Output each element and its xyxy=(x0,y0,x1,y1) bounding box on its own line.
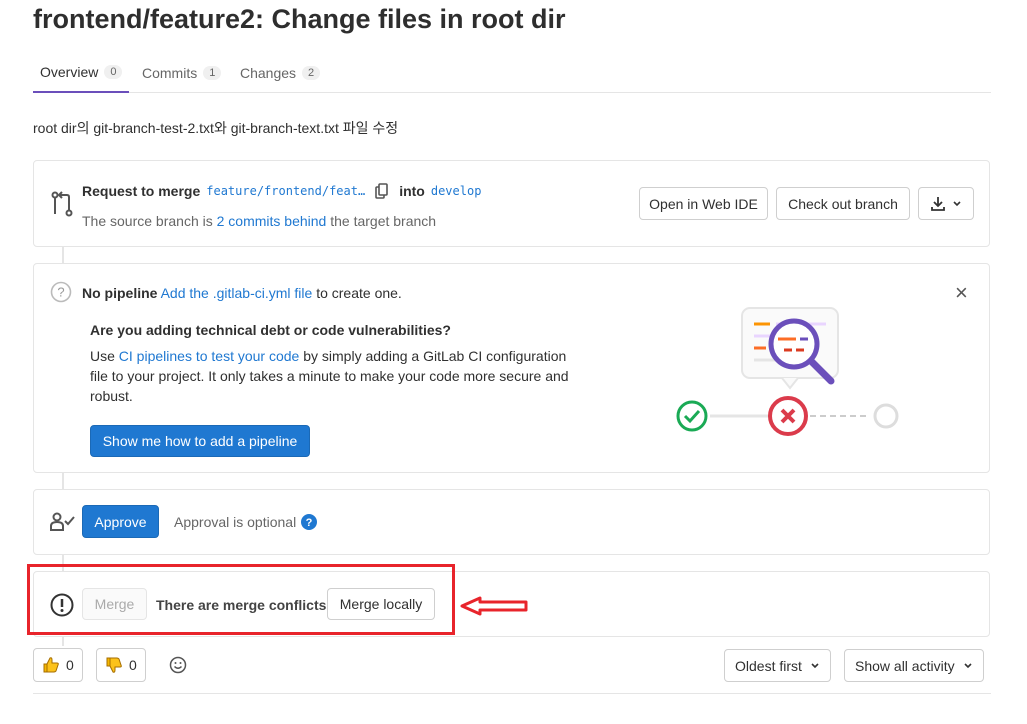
close-icon[interactable]: × xyxy=(955,282,968,304)
tab-commits[interactable]: Commits 1 xyxy=(135,52,228,93)
tab-count-badge: 0 xyxy=(104,64,123,79)
pipeline-widget: ? No pipeline Add the .gitlab-ci.yml fil… xyxy=(33,263,990,473)
mr-widget-header: Request to merge feature/frontend/feat… … xyxy=(33,160,990,247)
annotation-arrow-icon xyxy=(460,596,528,616)
activity-filter-label: Show all activity xyxy=(855,657,955,674)
approve-button[interactable]: Approve xyxy=(82,505,159,538)
pipeline-illustration xyxy=(676,307,899,436)
into-label: into xyxy=(399,183,425,199)
help-icon[interactable]: ? xyxy=(301,514,318,530)
thumbs-up-count: 0 xyxy=(66,657,74,673)
tab-label: Changes xyxy=(240,64,297,81)
mr-description: root dir의 git-branch-test-2.txt와 git-bra… xyxy=(33,120,399,136)
pipeline-body: Use CI pipelines to test your code by si… xyxy=(90,346,610,406)
divider xyxy=(33,693,991,694)
check-out-branch-button[interactable]: Check out branch xyxy=(776,187,910,220)
tab-label: Commits xyxy=(142,64,198,81)
target-branch-link[interactable]: develop xyxy=(431,184,482,198)
add-reaction-icon[interactable] xyxy=(169,656,187,674)
open-web-ide-button[interactable]: Open in Web IDE xyxy=(639,187,768,220)
add-suffix: to create one. xyxy=(316,285,402,301)
approval-widget: Approve Approval is optional ? xyxy=(33,489,990,555)
add-gitlab-ci-link[interactable]: Add the .gitlab-ci.yml file xyxy=(161,285,313,301)
source-branch-link[interactable]: feature/frontend/feat… xyxy=(206,184,365,198)
svg-text:?: ? xyxy=(57,285,64,300)
tab-changes[interactable]: Changes 2 xyxy=(233,52,327,93)
sort-order-dropdown[interactable]: Oldest first xyxy=(724,649,831,682)
pipeline-heading: Are you adding technical debt or code vu… xyxy=(90,322,451,338)
git-merge-icon xyxy=(51,191,73,217)
chevron-down-icon xyxy=(953,200,961,206)
behind-suffix: the target branch xyxy=(330,213,437,229)
tab-overview[interactable]: Overview 0 xyxy=(33,52,130,93)
activity-filter-dropdown[interactable]: Show all activity xyxy=(844,649,984,682)
behind-prefix: The source branch is xyxy=(82,213,213,229)
page-title: frontend/feature2: Change files in root … xyxy=(33,4,566,34)
chevron-down-icon xyxy=(811,662,819,668)
thumbs-down-button[interactable]: 0 xyxy=(96,648,146,682)
download-icon xyxy=(931,196,945,211)
request-label: Request to merge xyxy=(82,183,201,199)
approval-icon xyxy=(50,512,75,531)
thumbs-up-icon xyxy=(43,657,59,673)
question-circle-icon: ? xyxy=(50,281,72,303)
tab-count-badge: 1 xyxy=(203,65,222,80)
ci-pipelines-link[interactable]: CI pipelines to test your code xyxy=(119,348,300,364)
tab-label: Overview xyxy=(40,63,99,80)
chevron-down-icon xyxy=(964,662,972,668)
thumbs-down-icon xyxy=(106,657,122,673)
tab-bar: Overview 0 Commits 1 Changes 2 xyxy=(33,52,991,93)
copy-icon[interactable] xyxy=(375,183,389,199)
body-line2: file to your project. It only takes a mi… xyxy=(90,368,569,384)
approval-optional-text: Approval is optional xyxy=(174,514,297,530)
body-line1-suffix: by simply adding a GitLab CI configurati… xyxy=(303,348,567,364)
thumbs-down-count: 0 xyxy=(129,657,137,673)
commits-behind-link[interactable]: 2 commits behind xyxy=(217,213,327,229)
sort-order-label: Oldest first xyxy=(735,657,802,674)
behind-info: The source branch is 2 commits behind th… xyxy=(82,213,436,229)
mr-branch-line: Request to merge feature/frontend/feat… … xyxy=(82,183,481,199)
svg-text:?: ? xyxy=(306,517,313,529)
body-line3: robust. xyxy=(90,388,133,404)
approval-status: Approval is optional ? xyxy=(174,514,318,530)
annotation-highlight-box xyxy=(27,564,455,635)
pipeline-status-line: No pipeline Add the .gitlab-ci.yml file … xyxy=(82,285,402,301)
no-pipeline-label: No pipeline xyxy=(82,285,158,301)
tab-count-badge: 2 xyxy=(302,65,321,80)
show-pipeline-button[interactable]: Show me how to add a pipeline xyxy=(90,425,310,457)
download-dropdown[interactable] xyxy=(918,187,974,220)
body-prefix: Use xyxy=(90,348,115,364)
thumbs-up-button[interactable]: 0 xyxy=(33,648,83,682)
